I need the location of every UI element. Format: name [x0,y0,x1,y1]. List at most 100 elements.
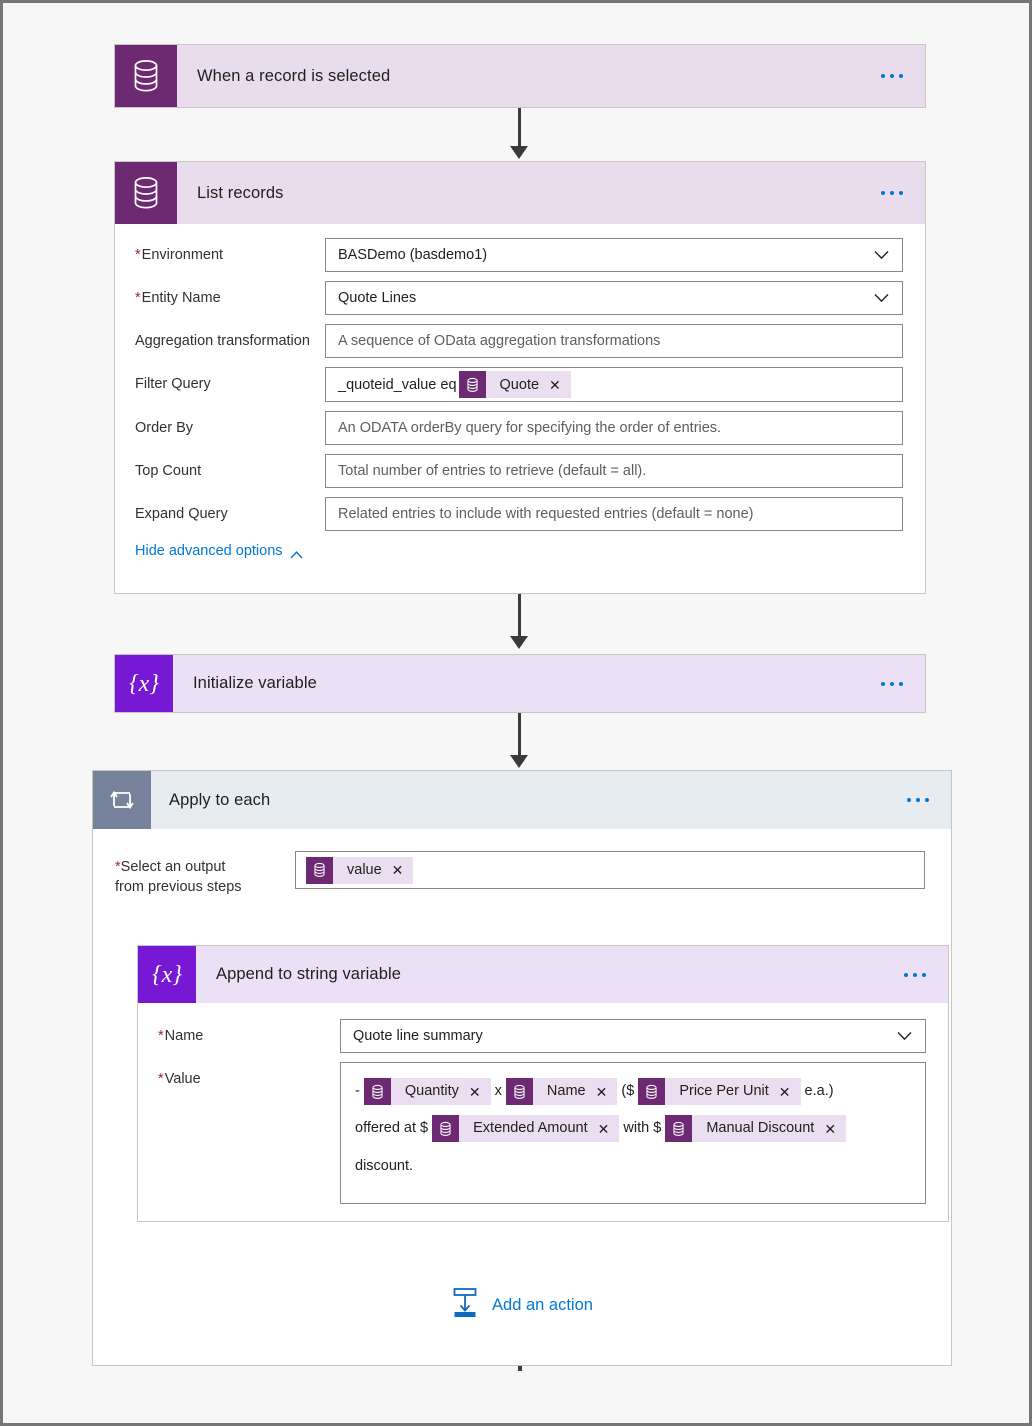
field-row-select-output: *Select an output from previous steps va… [115,851,925,897]
token-label: Price Per Unit [679,1083,769,1099]
close-icon[interactable]: ✕ [549,378,571,392]
dataverse-icon [115,45,177,107]
aggregation-transformation-input[interactable]: A sequence of OData aggregation transfor… [325,324,903,358]
label-text: Value [164,1071,201,1087]
value-static-text: offered at $ [355,1120,429,1137]
svg-text:{x}: {x} [152,962,182,988]
dataverse-icon [432,1115,460,1143]
token-label: Extended Amount [473,1120,588,1137]
environment-dropdown[interactable]: BASDemo (basdemo1) [325,238,903,272]
more-horizontal-icon[interactable] [881,681,903,686]
value-static-text: discount. [355,1157,414,1174]
svg-text:{x}: {x} [129,671,159,697]
hide-advanced-options-link[interactable]: Hide advanced options [135,543,303,559]
close-icon[interactable]: ✕ [779,1085,801,1099]
apply-to-each-title: Apply to each [169,790,271,809]
token-label: Name [546,1083,586,1099]
chevron-down-icon[interactable] [874,294,889,303]
flow-step-append-to-string-variable[interactable]: {x} Append to string variable *Name Quot… [137,945,949,1222]
field-row-top-count: Top Count Total number of entries to ret… [135,454,903,488]
add-an-action-button[interactable]: Add an action [93,1288,951,1323]
loop-icon [93,771,151,829]
select-output-input[interactable]: value ✕ [295,851,925,889]
flow-step-initialize-variable[interactable]: {x} Initialize variable [114,654,926,713]
dynamic-token-quote[interactable]: Quote ✕ [458,371,571,398]
label-text: Entity Name [141,290,221,306]
variable-braces-icon: {x} [138,946,196,1003]
field-row-value: *Value - Quantity ✕ x Name ✕ ($ Price Per … [158,1062,926,1204]
connector-arrowhead [510,146,528,159]
dynamic-token-extended-amount[interactable]: Extended Amount ✕ [432,1115,620,1143]
close-icon[interactable]: ✕ [469,1085,491,1099]
select-output-line1: Select an output [120,859,226,875]
order-by-input[interactable]: An ODATA orderBy query for specifying th… [325,411,903,445]
flow-designer-canvas: When a record is selected List records * [6,6,1026,1420]
entity-name-dropdown[interactable]: Quote Lines [325,281,903,315]
dynamic-token-name[interactable]: Name ✕ [505,1078,618,1105]
label-environment: *Environment [135,247,224,263]
chevron-down-icon[interactable] [897,1032,912,1041]
trigger-header[interactable]: When a record is selected [115,45,925,107]
field-row-aggregation: Aggregation transformation A sequence of… [135,324,903,358]
variable-name-dropdown[interactable]: Quote line summary [340,1019,926,1053]
add-an-action-label: Add an action [492,1296,593,1314]
dataverse-icon [115,162,177,224]
label-select-output: *Select an output from previous steps [115,859,242,895]
label-text: Name [164,1028,204,1044]
label-order-by: Order By [135,420,194,436]
label-filter-query: Filter Query [135,376,211,392]
more-horizontal-icon[interactable] [881,74,903,78]
connector-arrowhead [510,636,528,649]
initialize-variable-header[interactable]: {x} Initialize variable [115,655,925,712]
connector-arrow [518,108,521,148]
filter-query-text: _quoteid_value eq [338,376,457,393]
dynamic-token-manual-discount[interactable]: Manual Discount ✕ [665,1115,847,1143]
token-label: Quantity [404,1083,459,1099]
token-label: Quote [499,376,540,393]
field-row-order-by: Order By An ODATA orderBy query for spec… [135,411,903,445]
more-horizontal-icon[interactable] [907,798,929,802]
flow-step-apply-to-each[interactable]: Apply to each *Select an output from pre… [92,770,952,1366]
append-to-string-header[interactable]: {x} Append to string variable [138,946,948,1003]
label-text: Environment [141,247,224,263]
insert-action-icon [451,1288,479,1323]
chevron-down-icon[interactable] [874,251,889,260]
chevron-up-icon [290,547,303,559]
dynamic-token-quantity[interactable]: Quantity ✕ [363,1078,491,1105]
flow-step-list-records[interactable]: List records *Environment BASDemo (basde… [114,161,926,594]
connector-arrow [518,594,521,638]
token-label: Manual Discount [706,1120,815,1137]
dynamic-token-price-per-unit[interactable]: Price Per Unit ✕ [638,1078,801,1105]
expand-query-input[interactable]: Related entries to include with requeste… [325,497,903,531]
connector-arrow [518,713,521,757]
close-icon[interactable]: ✕ [596,1085,618,1099]
label-value: *Value [158,1071,201,1087]
trigger-title: When a record is selected [197,66,391,85]
close-icon[interactable]: ✕ [392,863,414,877]
close-icon[interactable]: ✕ [824,1122,846,1136]
variable-braces-icon: {x} [115,655,173,712]
append-to-string-title: Append to string variable [216,965,402,983]
field-row-environment: *Environment BASDemo (basdemo1) [135,238,903,272]
filter-query-input[interactable]: _quoteid_value eq Quote ✕ [325,367,903,402]
more-horizontal-icon[interactable] [881,191,903,195]
label-top-count: Top Count [135,463,202,479]
list-records-title: List records [197,183,284,202]
apply-to-each-header[interactable]: Apply to each [93,771,951,829]
dynamic-token-value[interactable]: value ✕ [306,856,414,884]
initialize-variable-title: Initialize variable [193,674,317,692]
field-row-entity-name: *Entity Name Quote Lines [135,281,903,315]
value-static-text: ($ [621,1083,635,1099]
entity-name-value: Quote Lines [338,290,417,306]
flow-step-trigger[interactable]: When a record is selected [114,44,926,108]
top-count-input[interactable]: Total number of entries to retrieve (def… [325,454,903,488]
field-row-filter-query: Filter Query _quoteid_value eq Quote ✕ [135,367,903,402]
list-records-header[interactable]: List records [115,162,925,224]
label-expand-query: Expand Query [135,506,228,522]
close-icon[interactable]: ✕ [598,1122,620,1136]
field-row-expand-query: Expand Query Related entries to include … [135,497,903,531]
value-static-text: x [494,1083,502,1099]
variable-value-editor[interactable]: - Quantity ✕ x Name ✕ ($ Price Per Unit ✕ e… [340,1062,926,1204]
more-horizontal-icon[interactable] [904,972,926,977]
hide-advanced-options-label: Hide advanced options [135,543,283,559]
